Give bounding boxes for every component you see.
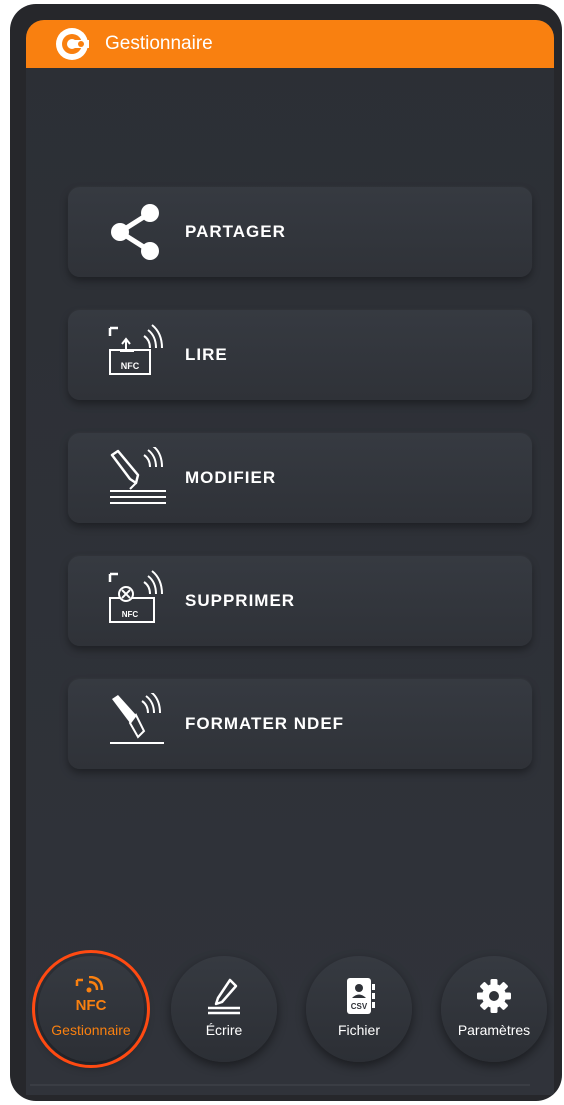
c-logo-icon	[55, 27, 89, 61]
modify-label: MODIFIER	[185, 468, 277, 487]
csv-file-icon: CSV	[339, 976, 379, 1016]
highlight-ring	[32, 950, 150, 1068]
svg-text:NFC: NFC	[121, 361, 140, 371]
share-button[interactable]: PARTAGER	[68, 187, 532, 277]
svg-text:NFC: NFC	[122, 610, 139, 619]
share-label: PARTAGER	[185, 222, 286, 241]
nav-parametres-label: Paramètres	[457, 1022, 531, 1038]
modify-button[interactable]: MODIFIER	[68, 433, 532, 523]
nfc-delete-icon: NFC	[106, 570, 168, 632]
share-icon	[106, 201, 168, 263]
nfc-format-icon	[106, 691, 168, 755]
nav-fichier[interactable]: CSV Fichier	[306, 956, 412, 1062]
read-label: LIRE	[185, 345, 228, 364]
bottom-navigation: NFC Gestionnaire Écrire CSV Fichier Para…	[26, 948, 554, 1088]
svg-text:CSV: CSV	[351, 1002, 368, 1011]
delete-button[interactable]: NFC SUPPRIMER	[68, 556, 532, 646]
nav-gestionnaire[interactable]: NFC Gestionnaire	[32, 950, 150, 1068]
format-ndef-button[interactable]: FORMATER NDEF	[68, 679, 532, 769]
nav-ecrire[interactable]: Écrire	[171, 956, 277, 1062]
nfc-edit-icon	[106, 445, 168, 509]
bottom-divider	[30, 1084, 530, 1086]
app-bar: Gestionnaire	[26, 20, 554, 68]
nfc-read-icon: NFC	[106, 324, 168, 386]
nav-parametres[interactable]: Paramètres	[441, 956, 547, 1062]
delete-label: SUPPRIMER	[185, 591, 296, 610]
gear-icon	[474, 976, 514, 1016]
phone-frame: Gestionnaire PARTAGER NFC LIRE MODIFIER …	[10, 4, 562, 1101]
app-screen: Gestionnaire PARTAGER NFC LIRE MODIFIER …	[26, 20, 554, 1095]
nav-ecrire-label: Écrire	[205, 1022, 243, 1038]
pencil-write-icon	[204, 976, 244, 1016]
page-title: Gestionnaire	[105, 33, 213, 54]
nav-fichier-label: Fichier	[337, 1022, 380, 1038]
format-ndef-label: FORMATER NDEF	[185, 714, 345, 733]
read-button[interactable]: NFC LIRE	[68, 310, 532, 400]
